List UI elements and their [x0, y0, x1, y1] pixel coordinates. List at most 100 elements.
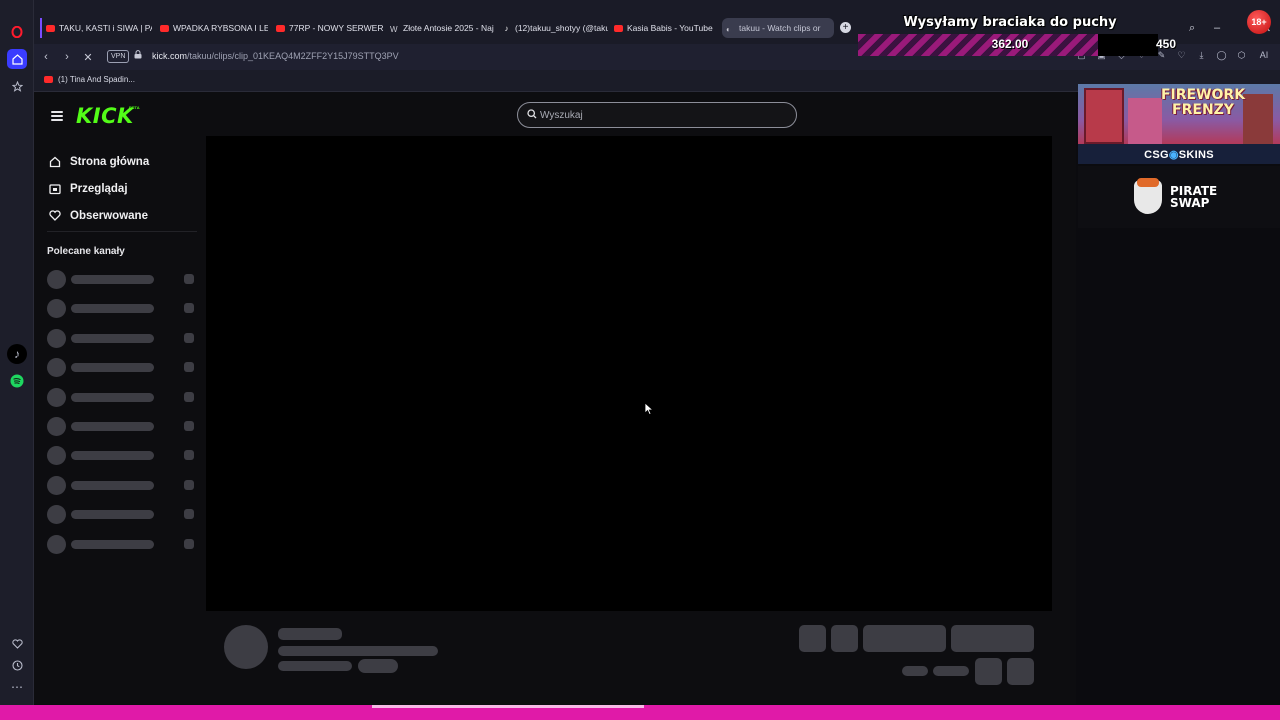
spotify-icon[interactable] [7, 371, 27, 391]
tag-placeholder [358, 659, 398, 673]
search-box[interactable] [517, 102, 797, 128]
tiktok-icon: ♪ [504, 23, 509, 33]
viewers-placeholder [184, 391, 194, 402]
search-tabs-icon[interactable]: ⌕ [1189, 22, 1195, 35]
history-icon[interactable] [7, 655, 27, 675]
age-rating-badge: 18+ [1247, 10, 1271, 34]
url-field[interactable]: kick.com/takuu/clips/clip_01KEAQ4M2ZFF2Y… [152, 51, 399, 61]
star-icon[interactable] [7, 76, 27, 96]
lock-icon[interactable] [134, 50, 142, 61]
tab-label: Złote Antosie 2025 - Naj [403, 23, 494, 33]
new-tab-button[interactable]: + [840, 22, 851, 33]
viewers-placeholder [184, 538, 194, 549]
nav-item-browse[interactable]: Przeglądaj [48, 175, 208, 202]
channel-skeleton-row [47, 299, 197, 328]
profile-icon[interactable]: ◯ [1216, 49, 1227, 61]
brand-part-a: CSG [1144, 149, 1169, 161]
search-input[interactable] [540, 107, 780, 124]
youtube-icon [44, 76, 53, 83]
ad-banner-pirateswap[interactable]: PIRATE SWAP [1078, 166, 1280, 228]
url-path: /takuu/clips/clip_01KEAQ4M2ZFF2Y15J79STT… [187, 51, 399, 61]
kick-logo[interactable]: KICK [76, 104, 134, 128]
bookmark-item[interactable]: (1) Tina And Spadin... [44, 75, 135, 84]
more-icon[interactable]: ⋯ [7, 677, 27, 697]
menu-icon[interactable] [51, 111, 63, 121]
download-icon[interactable]: ⤓ [1196, 49, 1207, 61]
nav-label: Przeglądaj [70, 182, 128, 195]
url-host: kick.com [152, 51, 188, 61]
search-icon [527, 109, 537, 122]
kick-page: KICK BETA Strona główna Przeglądaj [34, 92, 1076, 704]
avatar-placeholder [47, 270, 66, 289]
tab-2[interactable]: WPADKA RYBSONA I LEQ [156, 18, 268, 38]
channel-skeleton-row [47, 358, 197, 387]
speaker-icon: ◐ [726, 24, 731, 34]
tab-4[interactable]: W Złote Antosie 2025 - Naj [386, 18, 496, 38]
tab-7-active[interactable]: ◐ takuu - Watch clips or [722, 18, 834, 38]
minimize-icon[interactable]: – [1214, 22, 1220, 34]
ai-button[interactable]: AI [1256, 49, 1272, 61]
stop-loading-icon[interactable]: ✕ [80, 49, 96, 65]
donation-goal-title: Wysyłamy braciaka do puchy [903, 15, 1117, 30]
name-placeholder [71, 363, 154, 373]
tiktok-icon[interactable]: ♪ [7, 344, 27, 364]
viewers-placeholder [184, 509, 194, 520]
viewers-placeholder [184, 274, 194, 284]
viewers-placeholder [184, 303, 194, 314]
name-placeholder [71, 275, 154, 284]
channel-skeleton-row [47, 475, 197, 505]
tab-label: TAKU, KASTI i SIWA | PATR [59, 23, 152, 33]
nav-item-following[interactable]: Obserwowane [48, 202, 208, 229]
channel-skeleton-row [47, 446, 197, 475]
mouse-cursor-icon [644, 402, 654, 416]
name-placeholder [71, 539, 154, 549]
donation-amount: 362.00 [991, 37, 1029, 51]
ad-headline: FIREWORK FRENZY [1160, 87, 1246, 118]
youtube-icon [276, 24, 285, 32]
channel-skeleton-row [47, 534, 197, 564]
avatar-placeholder [47, 475, 66, 495]
channel-skeleton-row [47, 328, 197, 358]
tab-label: (12)takuu_shotyy (@taku [515, 23, 608, 33]
sidebar-nav: Strona główna Przeglądaj Obserwowane [48, 148, 208, 229]
viewers-placeholder [184, 450, 194, 461]
heart-icon [48, 209, 61, 222]
nav-label: Obserwowane [70, 209, 148, 222]
bookmark-heart-icon[interactable]: ♡ [1176, 49, 1187, 61]
tab-label: Kasia Babis - YouTube [627, 23, 713, 33]
action-button-placeholder [1007, 658, 1034, 685]
nav-item-home[interactable]: Strona główna [48, 148, 208, 175]
stat-placeholder [933, 666, 969, 676]
cube-icon[interactable]: ⬡ [1236, 49, 1247, 61]
home-icon[interactable] [7, 49, 27, 69]
name-placeholder [71, 480, 154, 490]
nav-label: Strona główna [70, 155, 150, 168]
stream-progress-bar [0, 705, 1280, 720]
clip-video-player[interactable] [206, 136, 1052, 611]
ad-brand: CSG◉SKINS [1078, 148, 1280, 161]
forward-icon[interactable]: › [59, 49, 75, 65]
name-placeholder [71, 510, 154, 520]
beta-label: BETA [129, 105, 140, 110]
screen: ♪ ⋯ TAKU, KASTI i SIWA | PATR WPADKA RYB… [0, 0, 1280, 720]
progress-highlight [372, 705, 644, 708]
tab-3[interactable]: 77RP - NOWY SERWER W [272, 18, 384, 38]
stat-placeholder [902, 666, 928, 676]
tab-label: takuu - Watch clips or [739, 23, 821, 33]
channel-skeleton-row [47, 270, 197, 299]
tab-6[interactable]: Kasia Babis - YouTube [610, 18, 714, 38]
youtube-icon [46, 24, 55, 32]
tab-1[interactable]: TAKU, KASTI i SIWA | PATR [40, 18, 152, 38]
opera-logo-icon[interactable] [7, 22, 27, 42]
browser-sidebar: ♪ ⋯ [0, 0, 34, 705]
back-icon[interactable]: ‹ [38, 49, 54, 65]
youtube-icon [160, 24, 169, 32]
heart-outline-icon[interactable] [7, 634, 27, 654]
action-button-placeholder [975, 658, 1002, 685]
vpn-badge[interactable]: VPN [107, 50, 130, 63]
ad-banner-csgoskins[interactable]: FIREWORK FRENZY CSG◉SKINS [1078, 84, 1280, 164]
recommended-channels-list [47, 270, 197, 564]
ad-art-building [1084, 88, 1124, 144]
viewers-placeholder [184, 479, 194, 490]
tab-5[interactable]: ♪ (12)takuu_shotyy (@taku [498, 18, 609, 38]
